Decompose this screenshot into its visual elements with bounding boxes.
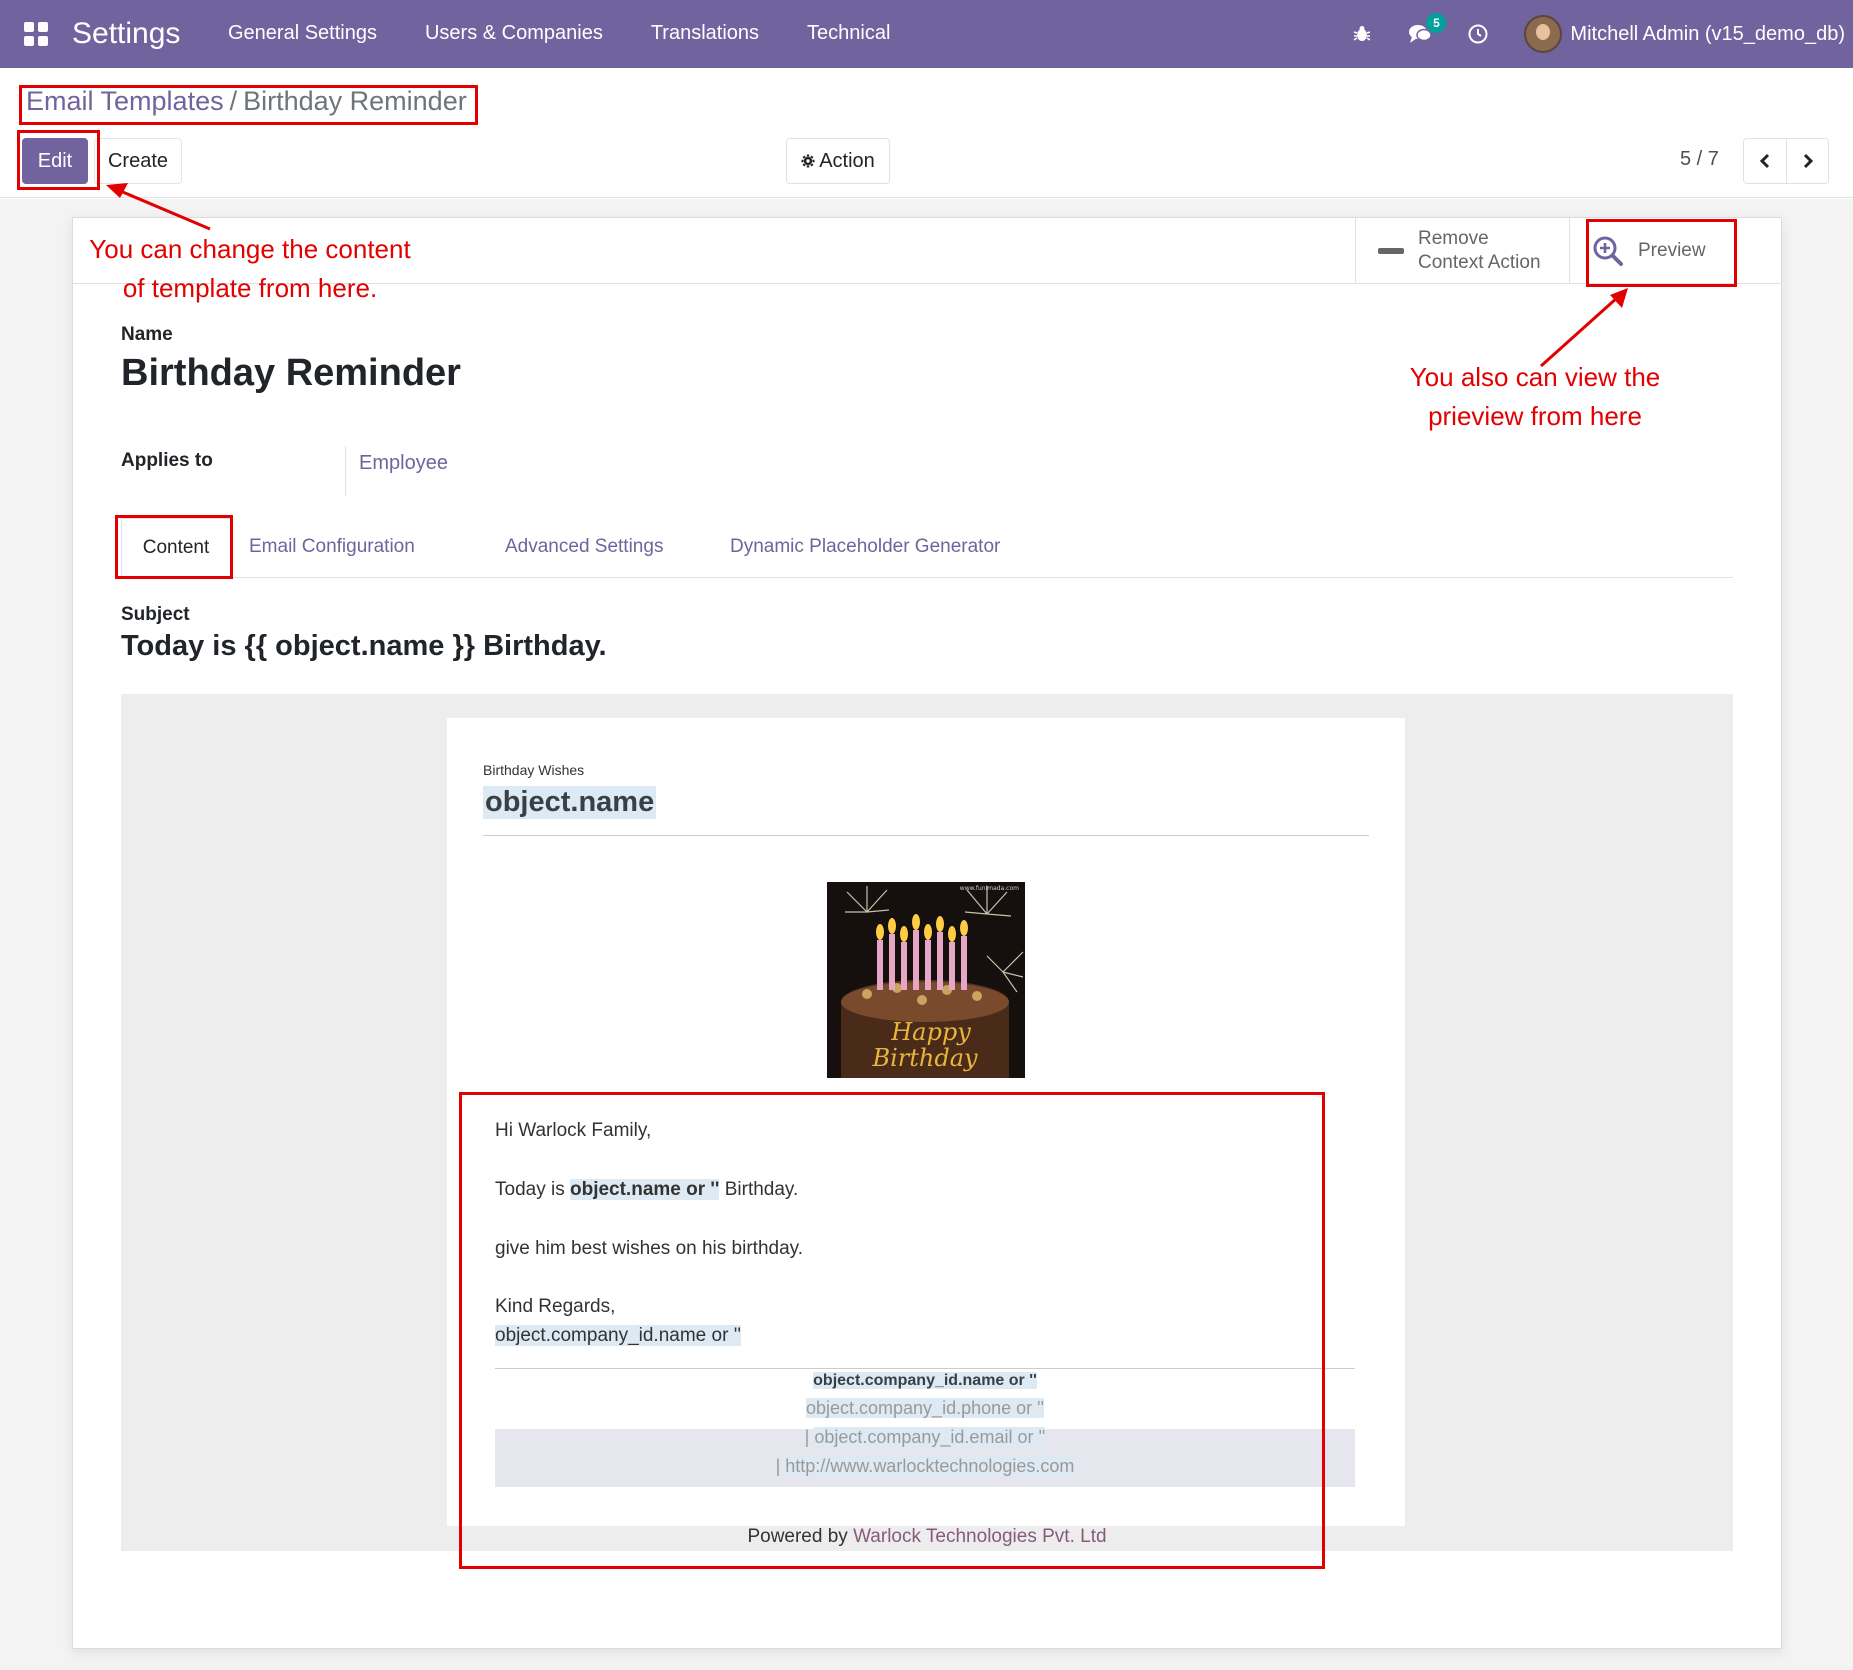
avatar xyxy=(1524,15,1563,53)
footer-web-prefix: | xyxy=(775,1456,786,1476)
notebook-tabs: Content Email Configuration Advanced Set… xyxy=(121,518,1733,578)
email-signature: object.company_id.name or '' xyxy=(495,1325,741,1347)
powered-by-link[interactable]: Warlock Technologies Pvt. Ltd xyxy=(853,1526,1106,1547)
pager-next-button[interactable] xyxy=(1786,139,1828,183)
zoom-in-icon xyxy=(1593,236,1623,266)
edit-button[interactable]: Edit xyxy=(22,138,88,184)
powered-by: Powered by Warlock Technologies Pvt. Ltd xyxy=(121,1526,1733,1548)
email-regards: Kind Regards, xyxy=(495,1296,616,1317)
footer-company-placeholder: object.company_id.name or '' xyxy=(813,1372,1037,1389)
today-suffix: Birthday. xyxy=(719,1179,799,1200)
footer-website: | http://www.warlocktechnologies.com xyxy=(495,1456,1355,1477)
name-label: Name xyxy=(121,324,173,345)
today-placeholder: object.name or '' xyxy=(569,1179,720,1200)
user-menu[interactable]: Mitchell Admin (v15_demo_db) xyxy=(1524,15,1845,53)
cake-watermark: www.funimada.com xyxy=(960,885,1019,892)
email-card: Birthday Wishes object.name Happy Birthd… xyxy=(447,718,1405,1526)
edit-note-line2: of template from here. xyxy=(122,273,378,303)
bug-icon[interactable] xyxy=(1350,22,1374,46)
signature-placeholder: object.company_id.name or '' xyxy=(495,1325,741,1346)
breadcrumb-current: Birthday Reminder xyxy=(243,86,467,116)
user-name: Mitchell Admin (v15_demo_db) xyxy=(1570,22,1845,45)
pager-buttons xyxy=(1743,138,1829,184)
template-name: Birthday Reminder xyxy=(121,352,461,394)
minus-icon xyxy=(1378,248,1404,254)
chevron-left-icon xyxy=(1759,153,1770,169)
pager-value[interactable]: 5 / 7 xyxy=(1680,148,1719,171)
email-wishes: give him best wishes on his birthday. xyxy=(495,1238,804,1259)
remove-label-line2: Context Action xyxy=(1418,252,1541,273)
applies-to-label: Applies to xyxy=(121,450,213,471)
preview-label: Preview xyxy=(1638,240,1706,261)
remove-label-line1: Remove xyxy=(1418,228,1489,250)
control-panel: Email Templates / Birthday Reminder Edit C… xyxy=(0,68,1853,198)
create-button[interactable]: Create xyxy=(94,138,182,184)
preview-button[interactable]: Preview xyxy=(1569,218,1781,284)
systray: 5 Mitchell Admin (v15_demo_db) xyxy=(1350,0,1853,68)
preview-note-line1: You also can view the xyxy=(1409,362,1661,392)
tab-dynamic-placeholder-generator[interactable]: Dynamic Placeholder Generator xyxy=(730,536,1000,558)
birthday-cake-image: Happy Birthday www.funimada.com xyxy=(827,882,1025,1078)
action-label: Action xyxy=(819,149,875,172)
apps-menu-icon[interactable] xyxy=(24,22,48,46)
annotation-preview-note: You also can view the prieview from here xyxy=(1380,358,1690,436)
footer-email-placeholder: object.company_id.email or '' xyxy=(814,1427,1046,1447)
edit-note-line1: You can change the content xyxy=(89,234,411,264)
app-title[interactable]: Settings xyxy=(72,17,180,51)
subject-label: Subject xyxy=(121,604,190,625)
applies-to-link[interactable]: Employee xyxy=(359,452,448,475)
footer-divider xyxy=(495,1368,1355,1369)
today-prefix: Today is xyxy=(495,1179,570,1200)
subject-value: Today is {{ object.name }} Birthday. xyxy=(121,630,607,662)
cake-text-happy: Happy xyxy=(890,1018,971,1046)
footer-email-prefix: | xyxy=(804,1427,815,1447)
activity-clock-icon[interactable] xyxy=(1466,22,1490,46)
footer-phone: object.company_id.phone or '' xyxy=(495,1398,1355,1419)
menu-general-settings[interactable]: General Settings xyxy=(228,22,377,45)
preview-note-line2: prieview from here xyxy=(1428,401,1642,431)
pager-previous-button[interactable] xyxy=(1744,139,1786,183)
main-menu: General Settings Users & Companies Trans… xyxy=(228,22,890,45)
footer-phone-placeholder: object.company_id.phone or '' xyxy=(805,1398,1045,1418)
remove-context-action-button[interactable]: Remove Context Action xyxy=(1355,218,1569,284)
email-kicker: Birthday Wishes xyxy=(483,762,585,778)
email-today-line: Today is object.name or '' Birthday. xyxy=(495,1179,798,1201)
powered-prefix: Powered by xyxy=(747,1526,854,1547)
top-navbar: Settings General Settings Users & Compan… xyxy=(0,0,1853,68)
tab-email-configuration[interactable]: Email Configuration xyxy=(249,536,415,558)
divider xyxy=(483,835,1369,836)
email-body-preview: Birthday Wishes object.name Happy Birthd… xyxy=(121,694,1733,1551)
tab-content[interactable]: Content xyxy=(121,518,231,578)
footer-email: | object.company_id.email or '' xyxy=(495,1427,1355,1448)
menu-technical[interactable]: Technical xyxy=(807,22,890,45)
footer-company: object.company_id.name or '' xyxy=(495,1372,1355,1390)
tab-advanced-settings[interactable]: Advanced Settings xyxy=(505,536,663,558)
menu-translations[interactable]: Translations xyxy=(651,22,759,45)
gear-icon xyxy=(801,154,815,168)
breadcrumb-separator: / xyxy=(229,86,238,116)
action-dropdown-button[interactable]: Action xyxy=(786,138,890,184)
chevron-right-icon xyxy=(1803,153,1813,169)
email-title-placeholder: object.name xyxy=(483,786,657,819)
messaging-icon[interactable]: 5 xyxy=(1408,13,1447,46)
cake-text-birthday: Birthday xyxy=(871,1044,978,1072)
field-separator xyxy=(345,446,346,496)
menu-users-companies[interactable]: Users & Companies xyxy=(425,22,603,45)
breadcrumb: Email Templates / Birthday Reminder xyxy=(26,86,467,117)
email-greeting: Hi Warlock Family, xyxy=(495,1120,652,1141)
messages-count-badge: 5 xyxy=(1426,13,1447,33)
footer-website-link[interactable]: http://www.warlocktechnologies.com xyxy=(785,1456,1075,1476)
annotation-edit-note: You can change the content of template f… xyxy=(60,230,440,308)
breadcrumb-email-templates[interactable]: Email Templates xyxy=(26,86,224,116)
